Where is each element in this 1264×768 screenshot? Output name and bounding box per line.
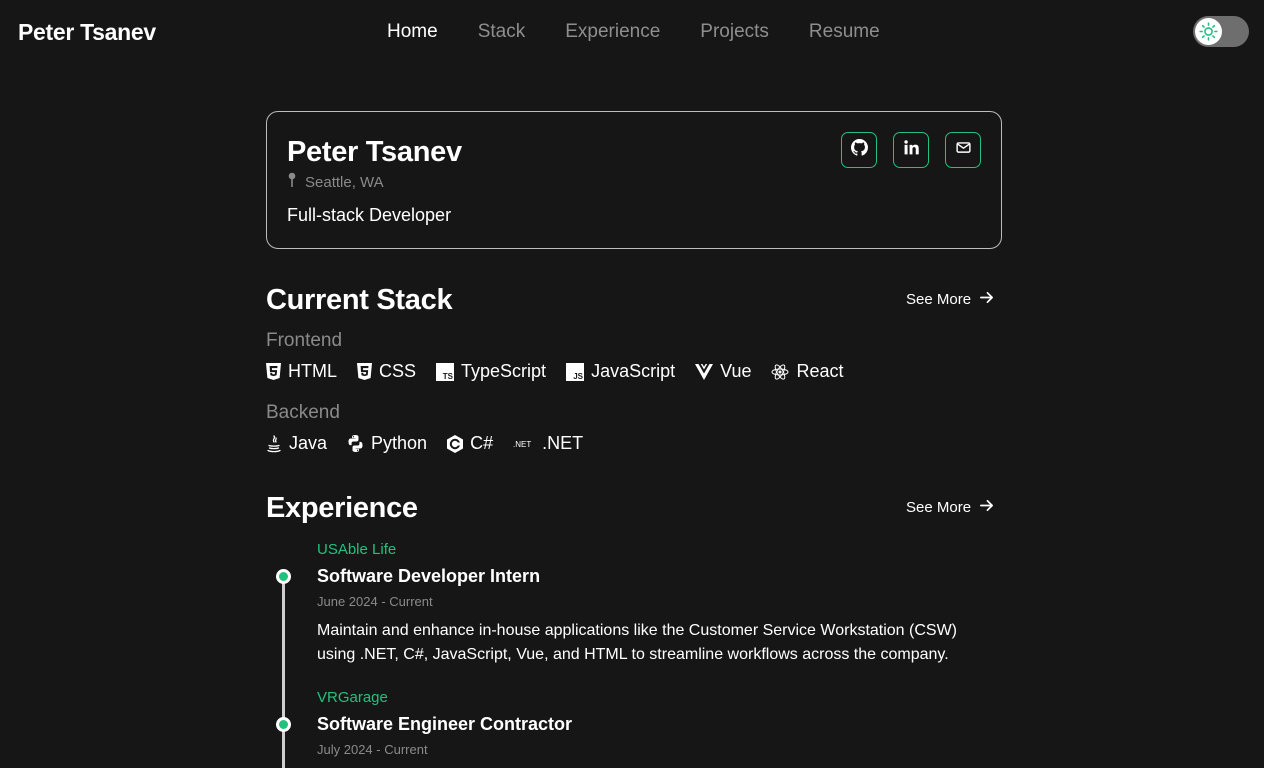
nav-link-projects[interactable]: Projects	[700, 21, 769, 43]
html5-icon	[266, 363, 281, 380]
backend-tech-list: Java Python C# .NET .NET	[266, 433, 583, 454]
experience-title: Software Developer Intern	[317, 566, 541, 586]
arrow-right-icon	[979, 290, 994, 309]
tech-label: React	[796, 361, 844, 381]
frontend-label: Frontend	[266, 330, 343, 351]
tech-label: Python	[371, 433, 428, 453]
tech-label: Java	[289, 433, 328, 453]
tech-dotnet: .NET .NET	[513, 433, 583, 454]
tech-css: CSS	[357, 361, 416, 382]
profile-card: Peter Tsanev Seattle, WA Full-stack Deve…	[266, 111, 1002, 249]
nav-links: Home Stack Experience Projects Resume	[387, 21, 880, 43]
csharp-icon	[447, 434, 464, 453]
experience-item: VRGarage Software Engineer Contractor Ju…	[317, 689, 977, 757]
react-icon	[771, 363, 789, 381]
experience-date: June 2024 - Current	[317, 594, 433, 609]
timeline-line	[282, 577, 285, 768]
css3-icon	[357, 363, 372, 380]
tech-csharp: C#	[447, 433, 493, 454]
arrow-right-icon	[979, 498, 994, 517]
java-icon	[266, 434, 282, 453]
vue-icon	[695, 363, 714, 380]
linkedin-icon	[903, 139, 920, 161]
tech-label: C#	[470, 433, 494, 453]
nav-link-resume[interactable]: Resume	[809, 21, 880, 43]
timeline-dot	[276, 717, 291, 732]
linkedin-link[interactable]	[893, 132, 929, 168]
timeline-dot	[276, 569, 291, 584]
profile-location: Seattle, WA	[287, 172, 384, 192]
tech-label: Vue	[720, 361, 752, 381]
tech-python: Python	[347, 433, 427, 454]
mail-icon	[955, 139, 972, 161]
github-icon	[850, 139, 868, 161]
github-link[interactable]	[841, 132, 877, 168]
tech-java: Java	[266, 433, 327, 454]
python-icon	[347, 435, 364, 452]
experience-description: Maintain and enhance in-house applicatio…	[317, 622, 958, 663]
tech-label: CSS	[379, 361, 417, 381]
nav-link-experience[interactable]: Experience	[565, 21, 660, 43]
experience-company: USAble Life	[317, 541, 397, 558]
svg-text:.NET: .NET	[513, 440, 531, 449]
experience-section-title: Experience	[266, 492, 418, 524]
tech-vue: Vue	[695, 361, 751, 382]
dotnet-icon: .NET	[513, 438, 535, 450]
tech-react: React	[771, 361, 844, 382]
experience-item: USAble Life Software Developer Intern Ju…	[317, 541, 977, 667]
experience-company: VRGarage	[317, 689, 388, 706]
experience-see-more-link[interactable]: See More	[906, 498, 994, 517]
location-pin-icon	[287, 172, 297, 192]
email-link[interactable]	[945, 132, 981, 168]
tech-label: JavaScript	[591, 361, 676, 381]
brand-name[interactable]: Peter Tsanev	[18, 19, 156, 46]
experience-title: Software Engineer Contractor	[317, 714, 573, 734]
see-more-label: See More	[906, 499, 972, 516]
tech-label: HTML	[288, 361, 337, 381]
profile-role: Full-stack Developer	[287, 205, 452, 225]
stack-section-title: Current Stack	[266, 284, 453, 316]
javascript-icon: JS	[566, 362, 585, 381]
svg-text:TS: TS	[443, 372, 454, 381]
top-nav: Peter Tsanev Home Stack Experience Proje…	[0, 0, 1264, 66]
profile-name: Peter Tsanev	[287, 136, 462, 168]
see-more-label: See More	[906, 291, 972, 308]
tech-html: HTML	[266, 361, 337, 382]
tech-label: TypeScript	[461, 361, 547, 381]
tech-typescript: TS TypeScript	[436, 361, 546, 382]
location-text: Seattle, WA	[305, 173, 384, 191]
tech-javascript: JS JavaScript	[566, 361, 675, 382]
sun-icon	[1195, 18, 1222, 45]
typescript-icon: TS	[436, 362, 455, 381]
backend-label: Backend	[266, 402, 340, 423]
stack-see-more-link[interactable]: See More	[906, 290, 994, 309]
experience-date: July 2024 - Current	[317, 742, 428, 757]
svg-text:JS: JS	[573, 372, 583, 381]
nav-link-home[interactable]: Home	[387, 21, 438, 43]
theme-toggle[interactable]	[1193, 16, 1249, 47]
tech-label: .NET	[542, 433, 584, 453]
nav-link-stack[interactable]: Stack	[478, 21, 526, 43]
social-links	[841, 132, 981, 168]
frontend-tech-list: HTML CSS TS TypeScript JS JavaScript Vue…	[266, 361, 844, 382]
